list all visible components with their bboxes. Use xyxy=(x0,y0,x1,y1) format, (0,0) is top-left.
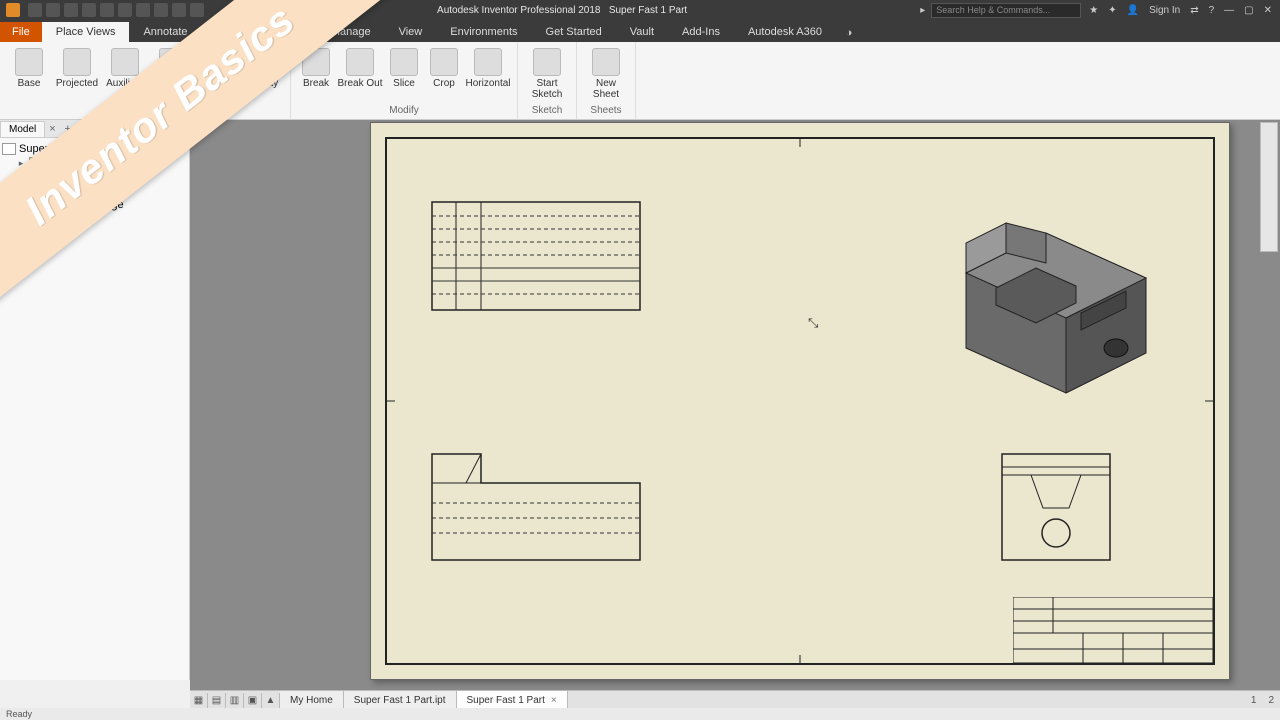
tab-end-icon[interactable]: ◑ xyxy=(840,24,858,42)
print-icon[interactable] xyxy=(136,3,150,17)
sheets-group-label: Sheets xyxy=(590,103,621,119)
start-sketch-button[interactable]: Start Sketch xyxy=(524,44,570,103)
new-icon[interactable] xyxy=(28,3,42,17)
drawing-sheet[interactable] xyxy=(370,122,1230,680)
tile-v-icon[interactable]: ▥ xyxy=(226,693,244,709)
break-label: Break xyxy=(303,78,329,89)
horizontal-label: Horizontal xyxy=(465,78,510,89)
search-placeholder: Search Help & Commands... xyxy=(936,5,1050,15)
search-input[interactable]: Search Help & Commands... xyxy=(931,3,1081,18)
qat-extra2-icon[interactable] xyxy=(190,3,204,17)
break-out-icon xyxy=(346,48,374,76)
tab-a360[interactable]: Autodesk A360 xyxy=(734,22,836,42)
projected-button[interactable]: Projected xyxy=(54,44,100,103)
user-icon[interactable]: 👤 xyxy=(1127,5,1139,16)
tab-add-ins[interactable]: Add-Ins xyxy=(668,22,734,42)
page-current: 1 xyxy=(1245,695,1263,706)
slice-label: Slice xyxy=(393,78,415,89)
projected-icon xyxy=(63,48,91,76)
crop-icon xyxy=(430,48,458,76)
new-sheet-button[interactable]: New Sheet xyxy=(583,44,629,103)
document-name: Super Fast 1 Part xyxy=(609,5,687,16)
minimize-button[interactable]: ― xyxy=(1224,5,1234,16)
title-bar: Autodesk Inventor Professional 2018 Supe… xyxy=(0,0,1280,20)
cascade-icon[interactable]: ▣ xyxy=(244,693,262,709)
modify-group-label: Modify xyxy=(389,103,418,119)
app-logo-icon xyxy=(6,3,20,17)
navigation-bar[interactable] xyxy=(1260,122,1278,252)
document-tab-bar: ▦ ▤ ▥ ▣ ▲ My Home Super Fast 1 Part.ipt … xyxy=(190,690,1280,710)
tabs-up-icon[interactable]: ▲ xyxy=(262,693,280,709)
tick-right xyxy=(1205,401,1215,402)
sign-in-link[interactable]: Sign In xyxy=(1149,5,1180,16)
title-block xyxy=(1013,597,1213,663)
isometric-view[interactable] xyxy=(926,183,1166,403)
ribbon-group-sheets: New Sheet Sheets xyxy=(577,42,636,119)
exchange-icon[interactable]: ⇄ xyxy=(1190,5,1198,16)
home-icon[interactable] xyxy=(118,3,132,17)
tab-place-views[interactable]: Place Views xyxy=(42,22,130,42)
qat-more-icon[interactable] xyxy=(154,3,168,17)
front-view[interactable] xyxy=(431,453,641,561)
projected-label: Projected xyxy=(56,78,98,89)
crop-label: Crop xyxy=(433,78,455,89)
slice-icon xyxy=(390,48,418,76)
auxiliary-icon xyxy=(111,48,139,76)
close-tab-icon[interactable]: × xyxy=(551,695,557,706)
crop-button[interactable]: Crop xyxy=(425,44,463,103)
break-out-label: Break Out xyxy=(337,78,382,89)
tab-label: Super Fast 1 Part xyxy=(467,695,545,706)
horizontal-button[interactable]: Horizontal xyxy=(465,44,511,103)
star-icon[interactable]: ★ xyxy=(1089,5,1098,16)
base-icon xyxy=(15,48,43,76)
tab-label: My Home xyxy=(290,695,333,706)
tab-get-started[interactable]: Get Started xyxy=(532,22,616,42)
base-button[interactable]: Base xyxy=(6,44,52,103)
base-label: Base xyxy=(18,78,41,89)
favorite-icon[interactable]: ✦ xyxy=(1108,5,1116,16)
close-button[interactable]: ✕ xyxy=(1264,5,1272,16)
maximize-button[interactable]: ▢ xyxy=(1244,5,1253,16)
qat-extra1-icon[interactable] xyxy=(172,3,186,17)
start-sketch-icon xyxy=(533,48,561,76)
arrange-icon[interactable]: ▦ xyxy=(190,693,208,709)
title-play-icon[interactable]: ▸ xyxy=(914,5,931,16)
tab-vault[interactable]: Vault xyxy=(616,22,668,42)
sketch-group-label: Sketch xyxy=(532,103,563,119)
ribbon-group-modify: Break Break Out Slice Crop Horizontal Mo… xyxy=(291,42,518,119)
ribbon-group-sketch: Start Sketch Sketch xyxy=(518,42,577,119)
save-icon[interactable] xyxy=(64,3,78,17)
file-tab[interactable]: File xyxy=(0,22,42,42)
open-icon[interactable] xyxy=(46,3,60,17)
help-icon[interactable]: ? xyxy=(1209,5,1215,16)
start-sketch-label: Start Sketch xyxy=(524,78,570,100)
tick-bottom xyxy=(800,655,801,665)
new-sheet-label: New Sheet xyxy=(583,78,629,100)
tick-left xyxy=(385,401,395,402)
tab-label: Super Fast 1 Part.ipt xyxy=(354,695,446,706)
browser-tab-close[interactable]: × xyxy=(45,123,59,135)
status-text: Ready xyxy=(6,709,32,719)
quick-access-toolbar xyxy=(0,3,210,17)
tab-environments[interactable]: Environments xyxy=(436,22,531,42)
status-bar: Ready xyxy=(0,708,1280,720)
top-view[interactable] xyxy=(431,201,641,311)
undo-icon[interactable] xyxy=(82,3,96,17)
horizontal-icon xyxy=(474,48,502,76)
browser-tab-model[interactable]: Model xyxy=(0,121,45,137)
drawing-icon xyxy=(2,143,16,155)
app-name: Autodesk Inventor Professional 2018 xyxy=(437,5,600,16)
break-out-button[interactable]: Break Out xyxy=(337,44,383,103)
drawing-canvas[interactable] xyxy=(190,120,1280,690)
tile-h-icon[interactable]: ▤ xyxy=(208,693,226,709)
side-view[interactable] xyxy=(1001,453,1111,561)
slice-button[interactable]: Slice xyxy=(385,44,423,103)
page-total: 2 xyxy=(1262,695,1280,706)
redo-icon[interactable] xyxy=(100,3,114,17)
new-sheet-icon xyxy=(592,48,620,76)
tick-top xyxy=(800,137,801,147)
tab-view[interactable]: View xyxy=(385,22,437,42)
